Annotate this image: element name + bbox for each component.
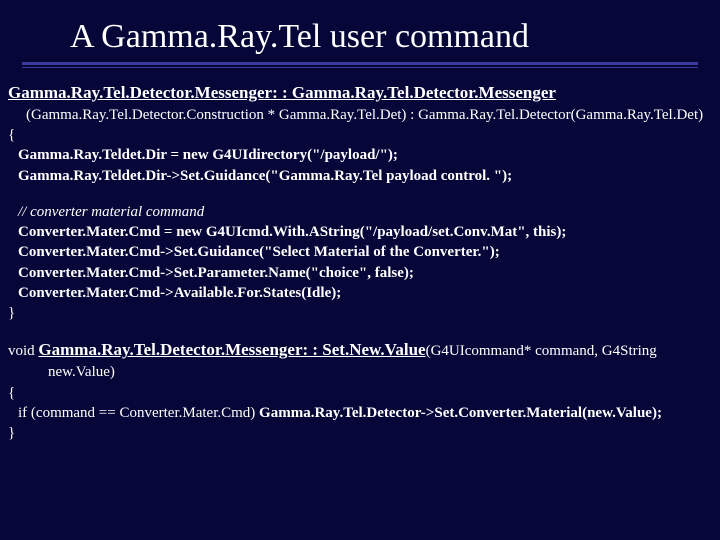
setnewvalue-args-cont: new.Value) xyxy=(8,362,712,382)
title-underline-thin xyxy=(22,67,698,68)
brace-open: { xyxy=(8,125,712,145)
code-line: Gamma.Ray.Teldet.Dir = new G4UIdirectory… xyxy=(8,145,712,165)
brace-close: } xyxy=(8,303,712,323)
code-line: Converter.Mater.Cmd = new G4UIcmd.With.A… xyxy=(8,222,712,242)
brace-open: { xyxy=(8,383,712,403)
code-line: Converter.Mater.Cmd->Set.Guidance("Selec… xyxy=(8,242,712,262)
code-comment: // converter material command xyxy=(8,202,712,222)
code-content: Gamma.Ray.Tel.Detector.Messenger: : Gamm… xyxy=(0,82,720,443)
slide-title: A Gamma.Ray.Tel user command xyxy=(70,18,720,56)
code-line: Gamma.Ray.Teldet.Dir->Set.Guidance("Gamm… xyxy=(8,166,712,186)
setnewvalue-signature: void Gamma.Ray.Tel.Detector.Messenger: :… xyxy=(8,339,712,362)
brace-close: } xyxy=(8,423,712,443)
code-line: if (command == Converter.Mater.Cmd) Gamm… xyxy=(8,403,712,423)
constructor-args: (Gamma.Ray.Tel.Detector.Construction * G… xyxy=(8,105,712,125)
code-line: Converter.Mater.Cmd->Set.Parameter.Name(… xyxy=(8,263,712,283)
code-line: Converter.Mater.Cmd->Available.For.State… xyxy=(8,283,712,303)
title-underline-thick xyxy=(22,62,698,65)
constructor-signature: Gamma.Ray.Tel.Detector.Messenger: : Gamm… xyxy=(8,83,556,102)
